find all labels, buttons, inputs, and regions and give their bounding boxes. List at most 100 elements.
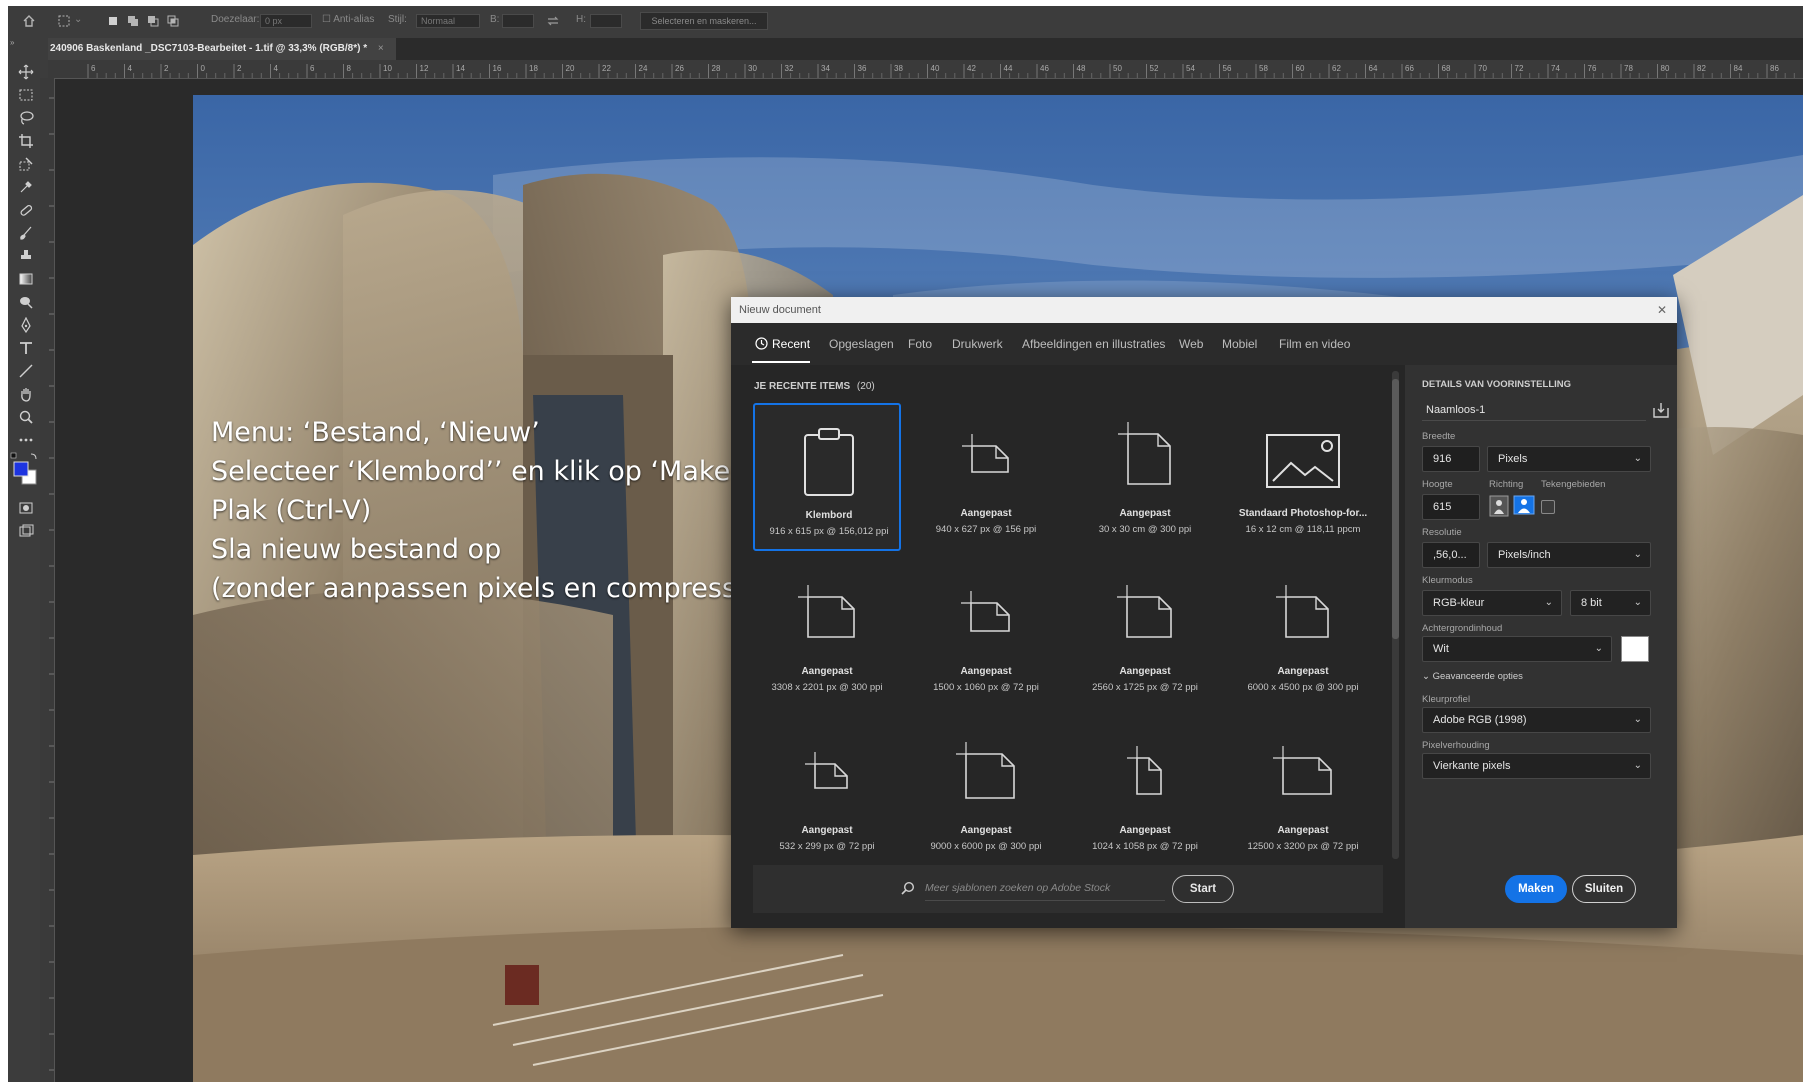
document-tab-bar: 240906 Baskenland _DSC7103-Bearbeitet - …	[48, 38, 1803, 60]
recent-item-name: Aangepast	[1277, 825, 1329, 836]
ruler-tick-label: 16	[493, 64, 502, 73]
pixel-aspect-select[interactable]: Vierkante pixels ⌄	[1422, 753, 1651, 779]
advanced-options-toggle[interactable]: ⌄ Geavanceerde opties	[1422, 671, 1523, 682]
recent-item-name: Aangepast	[1119, 508, 1171, 519]
background-select[interactable]: Wit ⌄	[1422, 636, 1612, 662]
start-button[interactable]: Start	[1172, 875, 1234, 903]
scrollbar-track[interactable]	[1392, 371, 1399, 859]
home-icon[interactable]	[22, 14, 36, 28]
marquee-tool-preset-icon[interactable]	[57, 14, 71, 28]
gradient-icon[interactable]	[18, 271, 34, 287]
resolution-unit-select[interactable]: Pixels/inch ⌄	[1487, 542, 1651, 568]
clone-stamp-icon[interactable]	[18, 248, 34, 264]
healing-brush-icon[interactable]	[18, 202, 34, 218]
recent-item-details: 532 x 299 px @ 72 ppi	[779, 841, 875, 852]
tab-recent-label: Recent	[772, 337, 811, 351]
recent-item[interactable]: Standaard Photoshop-for... 16 x 12 cm @ 1…	[1229, 403, 1377, 551]
close-tab-icon[interactable]: ×	[378, 43, 384, 54]
instruction-line-1: Menu: ‘Bestand, ‘Nieuw’	[211, 417, 540, 448]
tab-web[interactable]: Web	[1179, 337, 1203, 351]
tab-print[interactable]: Drukwerk	[952, 337, 1003, 351]
recent-item[interactable]: Aangepast 3308 x 2201 px @ 300 ppi	[753, 561, 901, 709]
portrait-orientation-icon[interactable]	[1489, 495, 1509, 517]
dialog-close-icon[interactable]: ✕	[1657, 297, 1667, 323]
width-input[interactable]: 916	[1422, 446, 1480, 472]
document-icon	[1118, 422, 1171, 485]
brush-icon[interactable]	[18, 225, 34, 241]
expand-panel-icon[interactable]: »	[10, 38, 14, 47]
recent-item[interactable]: Aangepast 1500 x 1060 px @ 72 ppi	[912, 561, 1060, 709]
tab-recent[interactable]: Recent	[755, 337, 810, 351]
recent-item[interactable]: Aangepast 2560 x 1725 px @ 72 ppi	[1071, 561, 1219, 709]
recent-item[interactable]: Aangepast 532 x 299 px @ 72 ppi	[753, 720, 901, 868]
document-icon	[962, 434, 1009, 473]
more-tools-icon[interactable]	[18, 432, 34, 448]
line-icon[interactable]	[18, 363, 34, 379]
antialias-checkbox[interactable]: ☐ Anti-alias	[322, 14, 374, 25]
tab-saved[interactable]: Opgeslagen	[829, 337, 894, 351]
resolution-input[interactable]: ,56,0...	[1422, 542, 1480, 568]
close-button[interactable]: Sluiten	[1572, 875, 1636, 903]
zoom-icon[interactable]	[18, 409, 34, 425]
new-selection-icon[interactable]	[106, 14, 120, 28]
rectangular-marquee-icon[interactable]	[18, 87, 34, 103]
save-preset-icon[interactable]	[1652, 401, 1670, 419]
background-color-swatch[interactable]	[1621, 636, 1649, 662]
ruler-tick-label: 10	[383, 64, 392, 73]
bit-depth-select[interactable]: 8 bit ⌄	[1570, 590, 1651, 616]
scrollbar-thumb[interactable]	[1392, 379, 1399, 639]
move-tool-icon[interactable]	[18, 64, 34, 80]
recent-item[interactable]: Aangepast 12500 x 3200 px @ 72 ppi	[1229, 720, 1377, 868]
width-unit-select[interactable]: Pixels ⌄	[1487, 446, 1651, 472]
intersect-selection-icon[interactable]	[166, 14, 180, 28]
recent-item[interactable]: Aangepast 6000 x 4500 px @ 300 ppi	[1229, 561, 1377, 709]
document-tab[interactable]: 240906 Baskenland _DSC7103-Bearbeitet - …	[48, 38, 396, 60]
recent-item[interactable]: Aangepast 940 x 627 px @ 156 ppi	[912, 403, 1060, 551]
landscape-orientation-icon[interactable]	[1513, 495, 1535, 515]
style-select[interactable]: Normaal	[416, 14, 480, 28]
subtract-selection-icon[interactable]	[146, 14, 160, 28]
color-mode-select[interactable]: RGB-kleur ⌄	[1422, 590, 1562, 616]
artboards-checkbox[interactable]	[1541, 500, 1555, 514]
stock-search-input[interactable]: Meer sjablonen zoeken op Adobe Stock	[925, 876, 1165, 901]
tab-photo[interactable]: Foto	[908, 337, 932, 351]
dropdown-arrow-icon[interactable]: ⌄	[74, 14, 82, 25]
tab-mobile[interactable]: Mobiel	[1222, 337, 1257, 351]
recent-item[interactable]: Aangepast 9000 x 6000 px @ 300 ppi	[912, 720, 1060, 868]
recent-item[interactable]: Aangepast 30 x 30 cm @ 300 ppi	[1071, 403, 1219, 551]
recent-item[interactable]: Klembord 916 x 615 px @ 156,012 ppi	[753, 403, 901, 551]
ruler-tick-label: 80	[1661, 64, 1670, 73]
ruler-tick-label: 74	[1551, 64, 1560, 73]
feather-input[interactable]: 0 px	[260, 14, 312, 28]
tab-art-illustration[interactable]: Afbeeldingen en illustraties	[1022, 337, 1165, 351]
lasso-icon[interactable]	[18, 110, 34, 126]
pen-icon[interactable]	[18, 317, 34, 333]
screen-mode-icon[interactable]	[18, 523, 34, 539]
width-input[interactable]	[502, 14, 534, 28]
swap-icon[interactable]	[546, 14, 560, 28]
ruler-tick-label: 4	[274, 64, 279, 73]
horizontal-ruler-ticks: 6 4 2 0 2 4 6 8 10 12 14 16 18 20 22 24 26 28 30 32 34 36 38 40…	[87, 64, 1795, 78]
instruction-line-4: Sla nieuw bestand op	[211, 534, 502, 565]
ruler-tick-label: 84	[1734, 64, 1743, 73]
dodge-icon[interactable]	[18, 294, 34, 310]
color-profile-select[interactable]: Adobe RGB (1998) ⌄	[1422, 707, 1651, 733]
height-input[interactable]: 615	[1422, 494, 1480, 520]
eyedropper-icon[interactable]	[18, 179, 34, 195]
color-swatches-icon[interactable]	[10, 452, 42, 492]
ruler-tick-label: 6	[310, 64, 315, 73]
document-name-input[interactable]: Naamloos-1	[1422, 400, 1646, 421]
height-input[interactable]	[590, 14, 622, 28]
ruler-tick-label: 82	[1697, 64, 1706, 73]
tab-film-video[interactable]: Film en video	[1279, 337, 1350, 351]
crop-icon[interactable]	[18, 133, 34, 149]
object-selection-icon[interactable]	[18, 156, 34, 172]
hand-icon[interactable]	[18, 386, 34, 402]
add-selection-icon[interactable]	[126, 14, 140, 28]
make-button[interactable]: Maken	[1505, 875, 1567, 903]
select-and-mask-button[interactable]: Selecteren en maskeren...	[640, 12, 768, 30]
recent-item[interactable]: Aangepast 1024 x 1058 px @ 72 ppi	[1071, 720, 1219, 868]
quick-mask-icon[interactable]	[18, 500, 34, 516]
clock-icon	[755, 337, 768, 350]
type-icon[interactable]	[18, 340, 34, 356]
